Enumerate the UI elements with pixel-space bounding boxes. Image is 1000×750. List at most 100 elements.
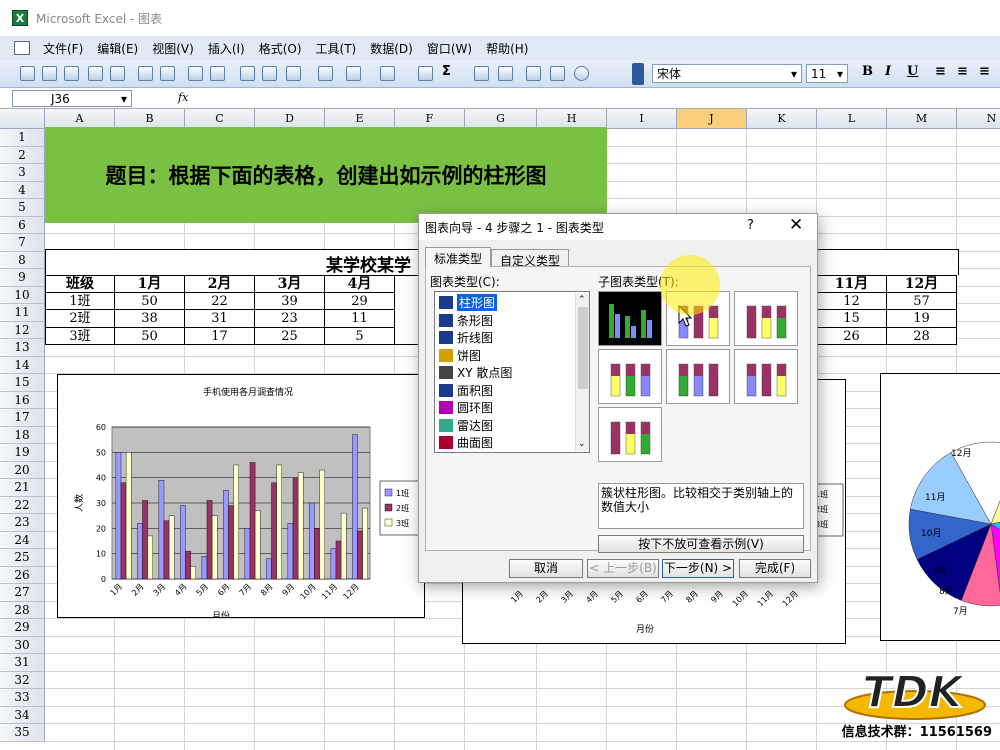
col-header-L[interactable]: L (817, 109, 887, 129)
hyperlink-icon[interactable] (418, 66, 433, 81)
menu-tools[interactable]: 工具(T) (309, 40, 364, 57)
format-painter-icon[interactable] (318, 66, 333, 81)
pie-chart-area[interactable]: 12月 11月 10月 9月 8月 7月 (880, 373, 1000, 641)
row-header-34[interactable]: 34 (0, 706, 45, 724)
row-header-10[interactable]: 10 (0, 286, 45, 304)
col-header-B[interactable]: B (115, 109, 185, 129)
permission-icon[interactable] (88, 66, 103, 81)
row-header-20[interactable]: 20 (0, 461, 45, 479)
chart-subtype-4[interactable] (598, 349, 662, 404)
menu-file[interactable]: 文件(F) (36, 40, 90, 57)
row-header-8[interactable]: 8 (0, 251, 45, 269)
print-icon[interactable] (138, 66, 153, 81)
close-button[interactable]: ✕ (789, 215, 803, 235)
chart-type-list[interactable]: 柱形图 条形图 折线图 饼图 XY 散点图 面积图 圆环图 雷达图 曲面图 ⌃ ⌄ (434, 291, 590, 453)
chart-type-item[interactable]: 饼图 (439, 347, 481, 364)
col-header-H[interactable]: H (537, 109, 607, 129)
row-header-31[interactable]: 31 (0, 654, 45, 672)
next-button[interactable]: 下一步(N) > (662, 559, 734, 578)
insert-function-icon[interactable]: fx (178, 91, 188, 104)
align-center-icon[interactable]: ≡ (957, 64, 968, 79)
help-icon[interactable] (574, 66, 589, 81)
row-header-30[interactable]: 30 (0, 636, 45, 654)
chart-wizard-icon[interactable] (526, 66, 541, 81)
chart-subtype-1[interactable] (598, 291, 662, 346)
row-header-29[interactable]: 29 (0, 619, 45, 637)
undo-icon[interactable] (346, 66, 361, 81)
drawing-icon[interactable] (550, 66, 565, 81)
chevron-up-icon[interactable]: ⌃ (578, 295, 586, 305)
font-name-select[interactable]: 宋体 ▾ (652, 64, 802, 83)
spelling-icon[interactable] (188, 66, 203, 81)
row-header-9[interactable]: 9 (0, 269, 45, 287)
chart-type-item[interactable]: 曲面图 (439, 434, 493, 451)
chart-type-item[interactable]: 圆环图 (439, 399, 493, 416)
row-header-2[interactable]: 2 (0, 146, 45, 164)
row-header-33[interactable]: 33 (0, 689, 45, 707)
toolbar-handle[interactable] (632, 63, 644, 85)
cancel-button[interactable]: 取消 (509, 559, 583, 578)
row-header-21[interactable]: 21 (0, 479, 45, 497)
select-all-corner[interactable] (0, 109, 45, 129)
row-header-32[interactable]: 32 (0, 671, 45, 689)
col-header-J[interactable]: J (677, 109, 747, 129)
menu-help[interactable]: 帮助(H) (479, 40, 535, 57)
col-header-C[interactable]: C (185, 109, 255, 129)
col-header-A[interactable]: A (45, 109, 115, 129)
tab-standard-types[interactable]: 标准类型 (425, 247, 492, 267)
list-scrollbar[interactable]: ⌃ ⌄ (575, 293, 589, 451)
save-icon[interactable] (64, 66, 79, 81)
cut-icon[interactable] (240, 66, 255, 81)
chart-type-item[interactable]: 柱形图 (439, 294, 498, 311)
row-header-1[interactable]: 1 (0, 129, 45, 147)
finish-button[interactable]: 完成(F) (739, 559, 811, 578)
chart-type-item[interactable]: 面积图 (439, 382, 493, 399)
row-header-16[interactable]: 16 (0, 391, 45, 409)
menu-edit[interactable]: 编辑(E) (90, 40, 145, 57)
row-header-5[interactable]: 5 (0, 199, 45, 217)
row-header-19[interactable]: 19 (0, 444, 45, 462)
chart-area[interactable]: 手机使用各月调查情况 0 10 20 30 40 50 60 1月 2月 3月 4月 5月 6月 7月 8月 9… (57, 374, 425, 622)
row-header-14[interactable]: 14 (0, 356, 45, 374)
row-header-13[interactable]: 13 (0, 339, 45, 357)
chart-subtype-3[interactable] (734, 291, 798, 346)
row-header-28[interactable]: 28 (0, 601, 45, 619)
underline-button[interactable]: U (907, 64, 918, 79)
scroll-thumb[interactable] (578, 307, 588, 389)
row-header-3[interactable]: 3 (0, 164, 45, 182)
research-icon[interactable] (210, 66, 225, 81)
preview-button[interactable]: 按下不放可查看示例(V) (598, 535, 804, 553)
chart-subtype-6[interactable] (734, 349, 798, 404)
back-button[interactable]: < 上一步(B) (587, 559, 659, 578)
row-header-27[interactable]: 27 (0, 584, 45, 602)
paste-icon[interactable] (286, 66, 301, 81)
redo-icon[interactable] (380, 66, 395, 81)
italic-button[interactable]: I (885, 64, 891, 79)
autosum-icon[interactable]: Σ (442, 64, 451, 79)
chart-type-item[interactable]: 雷达图 (439, 417, 493, 434)
row-header-6[interactable]: 6 (0, 216, 45, 234)
menu-data[interactable]: 数据(D) (363, 40, 420, 57)
row-header-12[interactable]: 12 (0, 321, 45, 339)
row-header-17[interactable]: 17 (0, 409, 45, 427)
col-header-E[interactable]: E (325, 109, 395, 129)
row-header-35[interactable]: 35 (0, 724, 45, 742)
bold-button[interactable]: B (862, 64, 873, 79)
col-header-D[interactable]: D (255, 109, 325, 129)
print-preview-icon[interactable] (160, 66, 175, 81)
row-header-7[interactable]: 7 (0, 234, 45, 252)
name-box[interactable]: J36 ▾ (12, 90, 132, 107)
chart-type-item[interactable]: XY 散点图 (439, 364, 512, 381)
col-header-F[interactable]: F (395, 109, 465, 129)
chart-type-item[interactable]: 条形图 (439, 312, 493, 329)
email-icon[interactable] (110, 66, 125, 81)
row-header-24[interactable]: 24 (0, 531, 45, 549)
row-header-15[interactable]: 15 (0, 374, 45, 392)
row-header-26[interactable]: 26 (0, 566, 45, 584)
workbook-icon[interactable] (14, 41, 30, 55)
col-header-K[interactable]: K (747, 109, 817, 129)
help-button[interactable]: ? (747, 218, 754, 233)
copy-icon[interactable] (262, 66, 277, 81)
menu-window[interactable]: 窗口(W) (420, 40, 479, 57)
chart-subtype-7[interactable] (598, 407, 662, 462)
